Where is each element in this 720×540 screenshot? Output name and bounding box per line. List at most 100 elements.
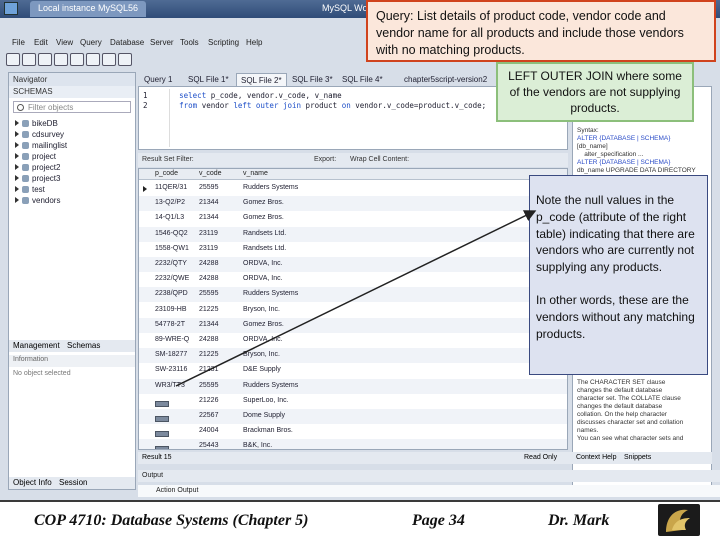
workbench-home-icon[interactable] [4, 2, 18, 15]
cell-v-code[interactable]: 23119 [199, 230, 218, 237]
menu-database[interactable]: Database [110, 38, 144, 47]
tab-sql-file-4[interactable]: SQL File 4* [338, 73, 387, 86]
cell-p-code[interactable]: 13-Q2/P2 [155, 199, 185, 206]
cell-v-name[interactable]: Gomez Bros. [243, 214, 284, 221]
expand-arrow-icon[interactable] [15, 197, 19, 203]
cell-v-code[interactable]: 25443 [199, 442, 218, 449]
cell-p-code[interactable]: 1558-QW1 [155, 245, 189, 252]
cell-v-code[interactable]: 21225 [199, 306, 218, 313]
cell-p-code[interactable]: 14-Q1/L3 [155, 214, 184, 221]
table-row[interactable]: 1546-QQ2 23119 Randsets Ltd. [139, 226, 567, 242]
schema-item-test[interactable]: test [15, 185, 45, 195]
output-dropdown[interactable]: Action Output [138, 485, 720, 497]
table-row[interactable]: 13-Q2/P2 21344 Gomez Bros. [139, 196, 567, 212]
menu-query[interactable]: Query [80, 38, 102, 47]
export-button[interactable]: Export: [314, 156, 336, 163]
cell-p-code[interactable]: 1546-QQ2 [155, 230, 188, 237]
cell-v-code[interactable]: 21344 [199, 214, 218, 221]
menu-scripting[interactable]: Scripting [208, 38, 239, 47]
table-row[interactable]: 11QER/31 25595 Rudders Systems [139, 181, 567, 196]
create-procedure-icon[interactable] [102, 53, 116, 66]
tab-sql-file-3[interactable]: SQL File 3* [288, 73, 337, 86]
cell-v-code[interactable]: 21225 [199, 351, 218, 358]
cell-v-name[interactable]: Dome Supply [243, 412, 285, 419]
cell-p-code[interactable]: NULL [155, 412, 169, 422]
cell-v-name[interactable]: Bryson, Inc. [243, 306, 280, 313]
cell-v-name[interactable]: Bryson, Inc. [243, 351, 280, 358]
cell-v-code[interactable]: 22567 [199, 412, 218, 419]
filter-objects-input[interactable]: Filter objects [13, 101, 131, 113]
tab-query-1[interactable]: Query 1 [140, 73, 176, 86]
cell-v-code[interactable]: 24288 [199, 260, 218, 267]
new-sql-tab-icon[interactable] [6, 53, 20, 66]
schema-item-mailinglist[interactable]: mailinglist [15, 141, 67, 151]
cell-v-name[interactable]: Gomez Bros. [243, 321, 284, 328]
expand-arrow-icon[interactable] [15, 120, 19, 126]
cell-v-name[interactable]: B&K, Inc. [243, 442, 272, 449]
cell-p-code[interactable]: WR3/TT3 [155, 382, 185, 389]
create-schema-icon[interactable] [54, 53, 68, 66]
cell-v-name[interactable]: ORDVA, Inc. [243, 260, 283, 267]
editor-line-1[interactable]: 1 select p_code, vendor.v_code, v_name [143, 91, 342, 100]
tab-object-info[interactable]: Object Info [13, 478, 52, 487]
cell-p-code[interactable]: 89-WRE-Q [155, 336, 189, 343]
tab-schemas[interactable]: Schemas [67, 341, 100, 350]
tab-context-help[interactable]: Context Help [576, 454, 616, 461]
tab-snippets[interactable]: Snippets [624, 454, 651, 461]
schema-item-project[interactable]: project [15, 152, 56, 162]
table-row[interactable]: 14-Q1/L3 21344 Gomez Bros. [139, 211, 567, 226]
cell-v-name[interactable]: ORDVA, Inc. [243, 275, 283, 282]
tab-sql-file-2[interactable]: SQL File 2* [236, 73, 287, 86]
cell-v-code[interactable]: 24288 [199, 275, 218, 282]
create-function-icon[interactable] [118, 53, 132, 66]
expand-arrow-icon[interactable] [15, 186, 19, 192]
editor-line-2[interactable]: 2 from vendor left outer join product on… [143, 101, 486, 110]
cell-p-code[interactable]: 2232/QTY [155, 260, 187, 267]
menu-edit[interactable]: Edit [34, 38, 48, 47]
cell-v-name[interactable]: Rudders Systems [243, 184, 298, 191]
menu-view[interactable]: View [56, 38, 73, 47]
action-output-select[interactable]: Action Output [156, 487, 198, 494]
create-table-icon[interactable] [70, 53, 84, 66]
create-view-icon[interactable] [86, 53, 100, 66]
schema-item-project3[interactable]: project3 [15, 174, 60, 184]
expand-arrow-icon[interactable] [15, 142, 19, 148]
tab-result-15[interactable]: Result 15 [142, 454, 172, 461]
cell-v-name[interactable]: D&E Supply [243, 366, 281, 373]
column-header-v-name[interactable]: v_name [243, 170, 268, 177]
cell-p-code[interactable]: 54778-2T [155, 321, 185, 328]
cell-v-code[interactable]: 25595 [199, 290, 218, 297]
cell-p-code[interactable]: 11QER/31 [155, 184, 187, 191]
tab-chapter5script[interactable]: chapter5script-version2 [400, 73, 491, 86]
table-row[interactable]: NULL 22567 Dome Supply [139, 409, 567, 424]
schema-item-vendors[interactable]: vendors [15, 196, 60, 206]
cell-p-code[interactable]: SM-18277 [155, 351, 187, 358]
cell-v-name[interactable]: Gomez Bros. [243, 199, 284, 206]
cell-v-code[interactable]: 21231 [199, 366, 218, 373]
cell-v-code[interactable]: 24004 [199, 427, 218, 434]
open-inspector-icon[interactable] [38, 53, 52, 66]
cell-p-code[interactable]: 23109-HB [155, 306, 187, 313]
schema-item-cdsurvey[interactable]: cdsurvey [15, 130, 64, 140]
table-row[interactable]: NULL 25443 B&K, Inc. [139, 439, 567, 449]
cell-v-code[interactable]: 24288 [199, 336, 218, 343]
expand-arrow-icon[interactable] [15, 153, 19, 159]
menu-help[interactable]: Help [246, 38, 262, 47]
column-header-v-code[interactable]: v_code [199, 170, 222, 177]
cell-v-code[interactable]: 21344 [199, 199, 218, 206]
expand-arrow-icon[interactable] [15, 164, 19, 170]
cell-v-name[interactable]: ORDVA, Inc. [243, 336, 283, 343]
menu-server[interactable]: Server [150, 38, 174, 47]
cell-v-name[interactable]: Brackman Bros. [243, 427, 293, 434]
table-row[interactable]: NULL 24004 Brackman Bros. [139, 424, 567, 439]
cell-v-code[interactable]: 21226 [199, 397, 218, 404]
schema-item-bikedb[interactable]: bikeDB [15, 119, 58, 129]
column-header-p-code[interactable]: p_code [155, 170, 178, 177]
cell-p-code[interactable]: SW-23116 [155, 366, 187, 373]
tab-management[interactable]: Management [13, 341, 60, 350]
table-row[interactable]: NULL 21226 SuperLoo, Inc. [139, 394, 567, 409]
tab-session[interactable]: Session [59, 478, 87, 487]
connection-tab[interactable]: Local instance MySQL56 [30, 1, 147, 17]
table-row[interactable]: 54778-2T 21344 Gomez Bros. [139, 317, 567, 333]
table-row[interactable]: SW-23116 21231 D&E Supply [139, 363, 567, 378]
